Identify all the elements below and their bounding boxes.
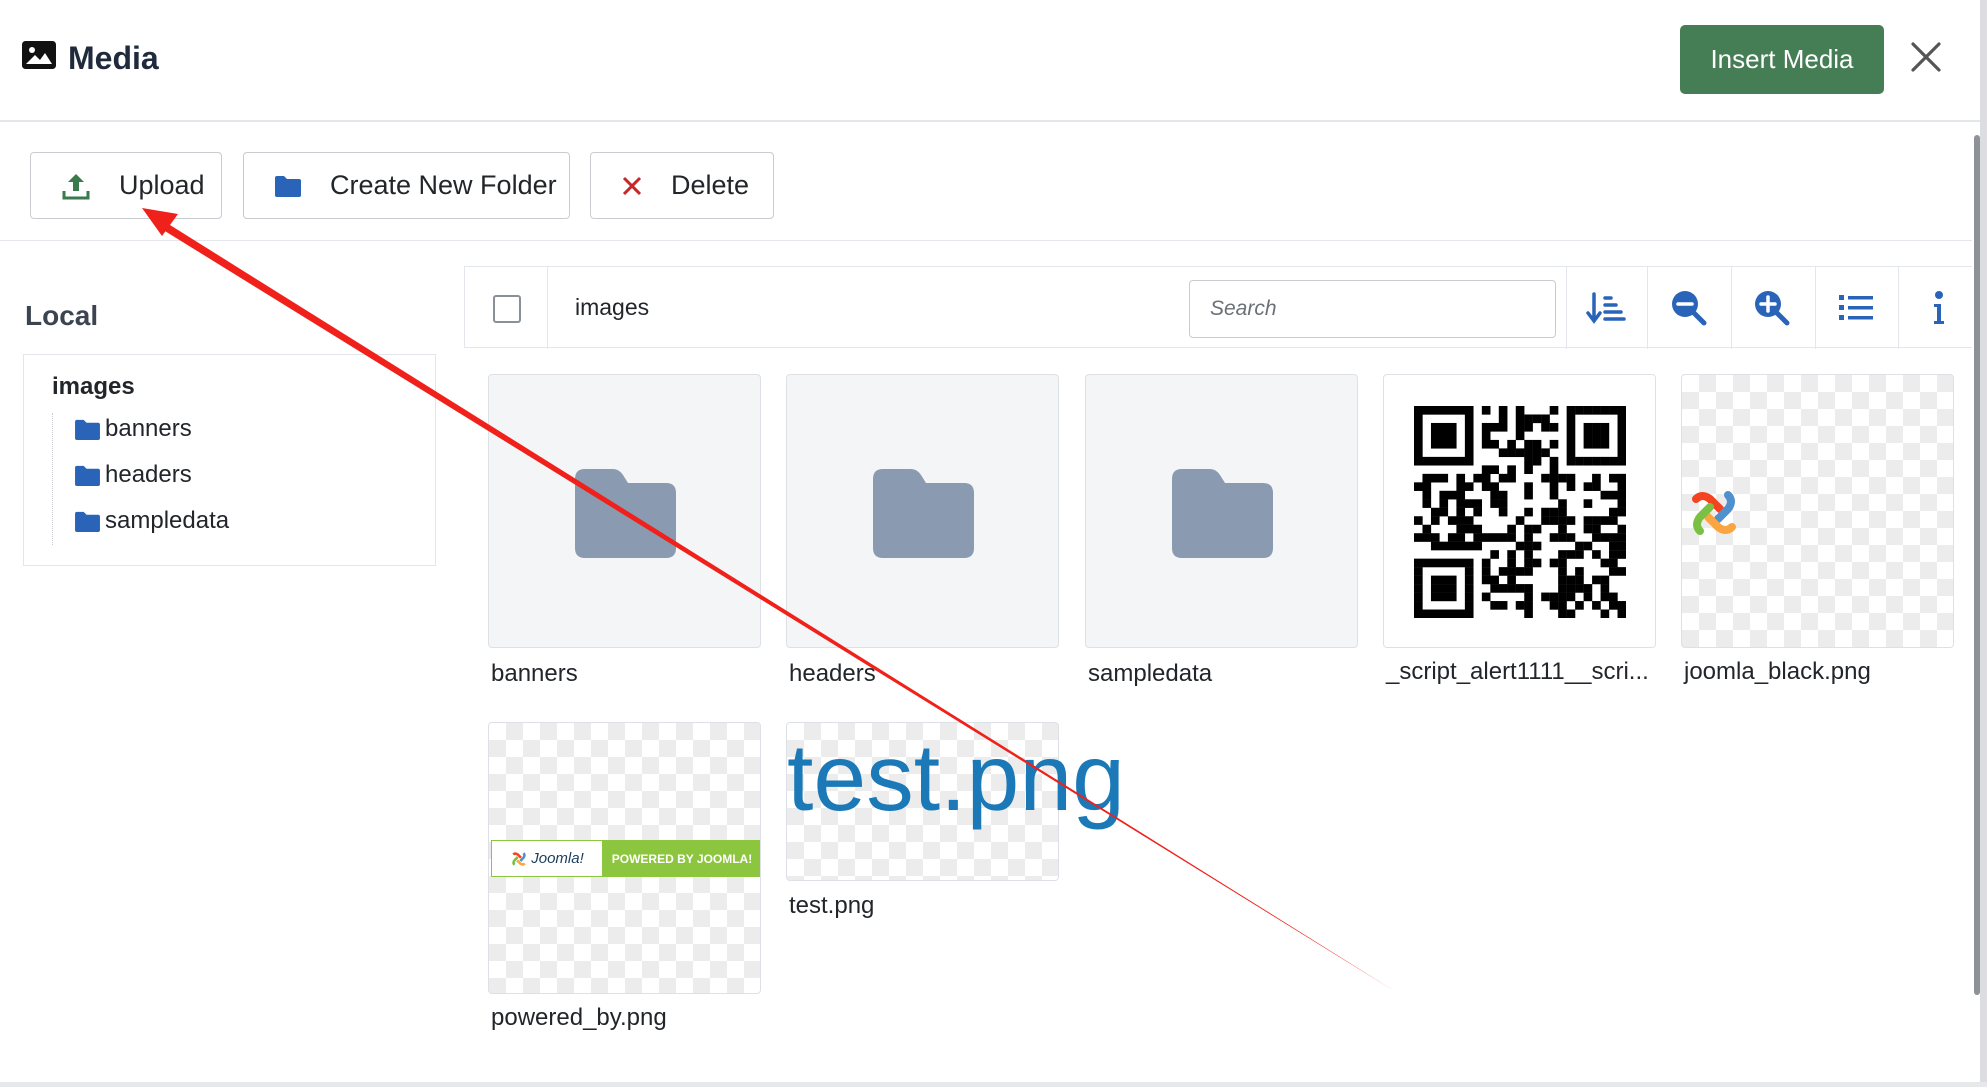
insert-media-button[interactable]: Insert Media (1680, 25, 1884, 94)
create-folder-label: Create New Folder (330, 170, 557, 200)
folder-icon (1172, 469, 1273, 558)
media-item-name: joomla_black.png (1684, 658, 1871, 685)
upload-icon (62, 173, 90, 199)
media-item-name: _script_alert1111__scri... (1386, 658, 1649, 685)
window-edge (1980, 0, 1987, 1087)
image-thumbnail (1383, 374, 1656, 648)
folder-tree: images banners headers sampledata (23, 354, 436, 566)
list-view-button[interactable] (1827, 279, 1885, 337)
image-thumbnail (1681, 374, 1954, 648)
close-button[interactable] (1905, 36, 1947, 78)
sort-icon (1586, 292, 1626, 324)
joomla-logo-icon (512, 851, 526, 866)
list-view-icon (1839, 295, 1873, 320)
media-item-name: banners (491, 660, 578, 687)
folder-thumbnail (488, 374, 761, 648)
test-image-text: test.png (787, 725, 1126, 831)
modal-title-text: Media (68, 40, 159, 76)
sort-button[interactable] (1577, 279, 1635, 337)
zoom-out-icon (1672, 291, 1707, 326)
browser-header: images (464, 266, 1980, 349)
search-input[interactable] (1189, 280, 1556, 338)
divider (1566, 267, 1567, 349)
folder-icon (275, 175, 301, 197)
select-all-checkbox[interactable] (493, 295, 521, 323)
tree-item-banners[interactable]: banners (74, 415, 192, 443)
info-button[interactable] (1910, 279, 1968, 337)
powered-by-text: POWERED BY JOOMLA! (603, 840, 760, 877)
folder-icon (575, 469, 676, 558)
divider (1647, 267, 1648, 349)
delete-icon (622, 176, 642, 195)
folder-icon (75, 465, 100, 486)
window-bottom-edge (0, 1082, 1987, 1087)
joomla-logo-icon (1692, 491, 1736, 535)
folder-thumbnail (1085, 374, 1358, 648)
zoom-in-button[interactable] (1743, 279, 1801, 337)
modal-header: Media Insert Media (0, 0, 1980, 122)
upload-label: Upload (119, 170, 205, 200)
divider (1731, 267, 1732, 349)
upload-button[interactable]: Upload (30, 152, 222, 219)
breadcrumb[interactable]: images (575, 294, 649, 321)
divider (547, 267, 548, 349)
tree-item-sampledata[interactable]: sampledata (74, 507, 229, 535)
media-item-name: sampledata (1088, 660, 1213, 687)
close-icon (1911, 42, 1941, 72)
image-icon (22, 40, 56, 77)
media-item-name: powered_by.png (491, 1004, 667, 1031)
media-item-name: headers (789, 660, 876, 687)
tree-item-label: sampledata (105, 507, 230, 534)
folder-thumbnail (786, 374, 1059, 648)
delete-label: Delete (671, 170, 750, 200)
tree-item-label: headers (105, 461, 192, 488)
tree-item-headers[interactable]: headers (74, 461, 192, 489)
folder-icon (873, 469, 974, 558)
tree-root-images[interactable]: images (52, 373, 135, 401)
powered-by-banner: Joomla! POWERED BY JOOMLA! (491, 840, 760, 877)
info-icon (1934, 291, 1944, 324)
media-item-name: test.png (789, 892, 875, 919)
divider (1898, 267, 1899, 349)
zoom-out-button[interactable] (1660, 279, 1718, 337)
joomla-wordmark-text: Joomla! (531, 850, 584, 867)
toolbar: Upload Create New Folder Delete (0, 123, 1980, 241)
tree-item-label: banners (105, 415, 192, 442)
image-thumbnail: Joomla! POWERED BY JOOMLA! (488, 722, 761, 994)
image-thumbnail: test.png (786, 722, 1125, 881)
modal-title: Media (22, 40, 159, 77)
sidebar-heading: Local (25, 300, 99, 331)
delete-button[interactable]: Delete (590, 152, 774, 219)
zoom-in-icon (1755, 291, 1790, 326)
folder-icon (75, 511, 100, 532)
folder-icon (75, 419, 100, 440)
joomla-wordmark: Joomla! (491, 840, 603, 877)
qr-code-image (1414, 406, 1626, 618)
divider (1815, 267, 1816, 349)
tree-connector (52, 413, 54, 545)
create-folder-button[interactable]: Create New Folder (243, 152, 570, 219)
